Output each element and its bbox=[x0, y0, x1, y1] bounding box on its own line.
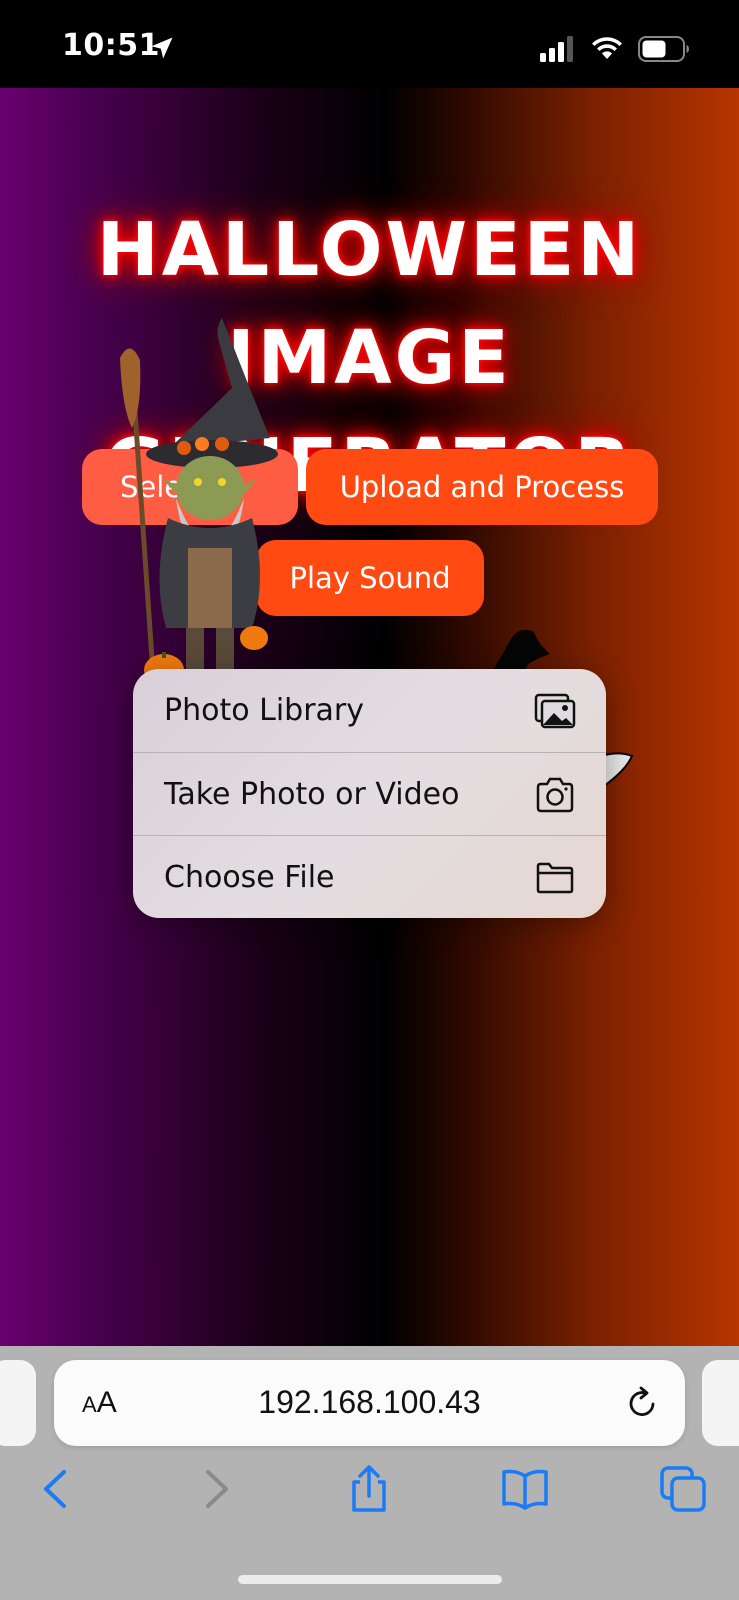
next-tab-preview[interactable] bbox=[702, 1360, 739, 1446]
title-line-1: HALLOWEEN IMAGE bbox=[96, 207, 643, 401]
goblin-witch-image bbox=[120, 318, 278, 704]
home-indicator[interactable] bbox=[238, 1575, 502, 1584]
share-icon[interactable] bbox=[344, 1464, 394, 1514]
upload-and-process-button[interactable]: Upload and Process bbox=[306, 449, 658, 525]
status-bar: 10:51 bbox=[0, 0, 739, 88]
play-sound-button[interactable]: Play Sound bbox=[256, 540, 484, 616]
reload-icon[interactable] bbox=[623, 1384, 661, 1422]
battery-icon bbox=[638, 36, 689, 62]
cellular-signal-icon bbox=[540, 36, 573, 62]
previous-tab-preview[interactable] bbox=[0, 1360, 36, 1446]
wifi-icon bbox=[592, 37, 622, 59]
address-bar[interactable]: AA 192.168.100.43 bbox=[54, 1360, 685, 1446]
file-picker-menu: Photo Library Take Photo or Video Choose… bbox=[133, 669, 606, 918]
folder-icon bbox=[536, 862, 574, 893]
status-time: 10:51 bbox=[62, 28, 160, 63]
tabs-icon[interactable] bbox=[658, 1464, 708, 1514]
camera-icon bbox=[536, 777, 574, 812]
forward-icon[interactable] bbox=[190, 1464, 240, 1514]
bookmarks-icon[interactable] bbox=[500, 1464, 550, 1514]
menu-item-label: Choose File bbox=[164, 860, 335, 895]
location-arrow-icon bbox=[151, 37, 173, 59]
menu-item-label: Photo Library bbox=[164, 693, 365, 728]
menu-item-take-photo[interactable]: Take Photo or Video bbox=[133, 753, 606, 836]
menu-item-label: Take Photo or Video bbox=[164, 777, 460, 812]
safari-toolbar: AA 192.168.100.43 bbox=[0, 1346, 739, 1600]
menu-item-choose-file[interactable]: Choose File bbox=[133, 836, 606, 918]
back-icon[interactable] bbox=[32, 1464, 82, 1514]
photo-library-icon bbox=[534, 693, 576, 728]
menu-item-photo-library[interactable]: Photo Library bbox=[133, 669, 606, 752]
url-text: 192.168.100.43 bbox=[258, 1384, 481, 1420]
